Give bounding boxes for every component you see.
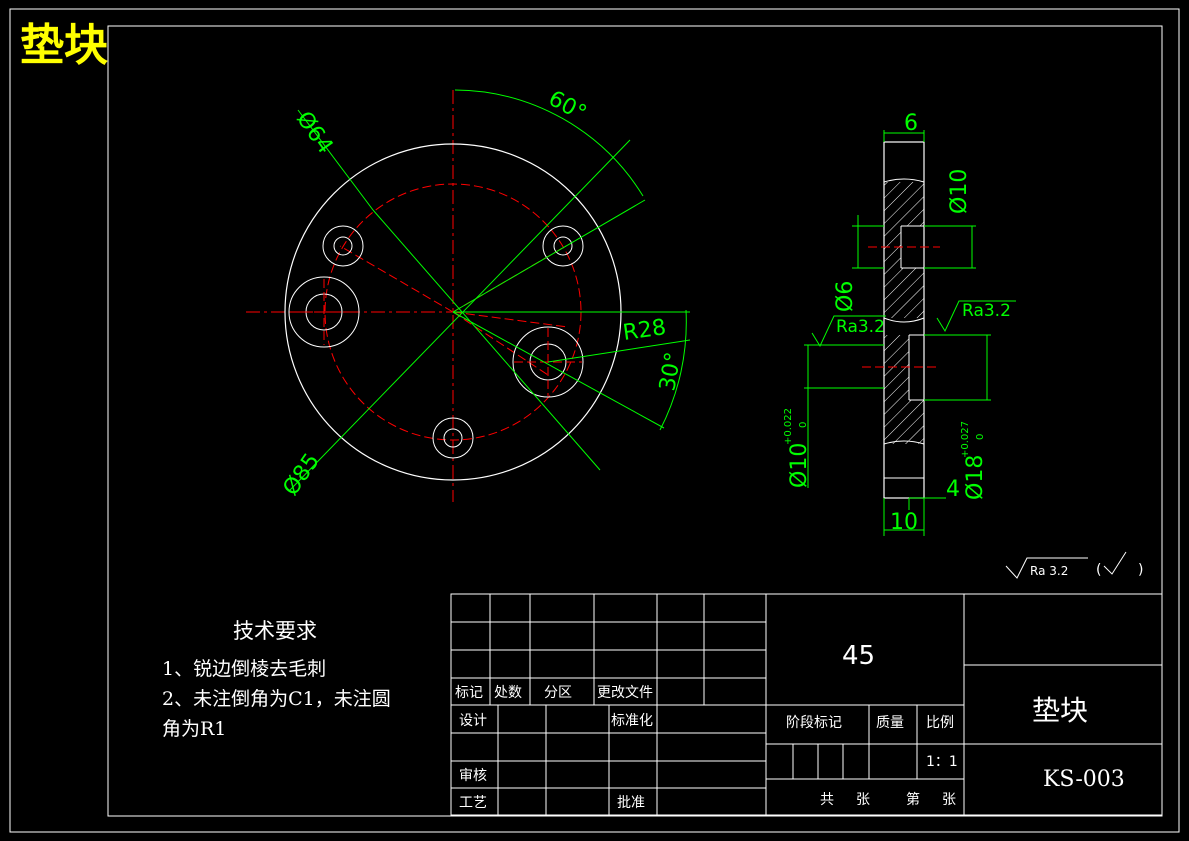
hatch-region <box>884 400 924 444</box>
dim-w6: 6 <box>904 111 918 136</box>
ra-note-paren-close: ) <box>1138 562 1143 578</box>
section-curve <box>883 317 925 323</box>
radial-line <box>339 245 454 313</box>
check-icon <box>1103 551 1127 575</box>
angle-ext-line <box>452 199 646 313</box>
label-design: 设计 <box>459 713 487 729</box>
surface-note: Ra 3.2 ( ) <box>1005 551 1143 579</box>
dim-angle30: 30° <box>655 350 686 393</box>
dim-d18tol-upper: +0.027 <box>960 421 971 458</box>
hatch-region <box>884 182 924 226</box>
d85-line <box>289 139 631 491</box>
label-standardize: 标准化 <box>611 713 653 729</box>
drawing-sheet: 垫块 Ø64 Ø85 60° R28 30° 6 Ø10 Ø6 Ra3.2 Ra… <box>9 8 1180 833</box>
label-approve: 批准 <box>617 795 645 811</box>
tech-line-1: 1、锐边倒棱去毛刺 <box>162 658 326 680</box>
label-sheets-2: 张 <box>942 792 956 808</box>
dim-r28: R28 <box>621 315 667 346</box>
front-view <box>246 90 622 502</box>
dim-d85: Ø85 <box>278 449 324 500</box>
radial-line <box>452 311 549 376</box>
label-count: 处数 <box>494 685 522 701</box>
section-curve <box>883 178 925 183</box>
front-dimensions <box>289 89 691 491</box>
label-review: 审核 <box>459 768 487 784</box>
part-name: 垫块 <box>1032 694 1088 727</box>
material-value: 45 <box>842 641 875 671</box>
dim-d18tol: Ø18 <box>963 455 988 500</box>
label-stage-mark: 阶段标记 <box>786 715 842 731</box>
dim-d10tol-upper: +0.022 <box>783 408 794 445</box>
label-weight: 质量 <box>876 715 904 731</box>
ra-note-value: Ra 3.2 <box>1030 564 1068 578</box>
dim-angle60: 60° <box>544 86 590 126</box>
dim-ra-left: Ra3.2 <box>836 317 885 337</box>
tech-requirements: 技术要求 1、锐边倒棱去毛刺 2、未注倒角为C1，未注圆 角为R1 <box>162 619 391 740</box>
label-total: 共 <box>820 792 834 808</box>
label-mark: 标记 <box>455 685 483 701</box>
dim-d6: Ø6 <box>833 281 858 312</box>
ra-note-paren-open: ( <box>1096 562 1101 578</box>
radial-line <box>452 311 569 328</box>
hatch-region <box>884 268 924 318</box>
dim-d18tol-lower: 0 <box>975 434 986 440</box>
dim-d64: Ø64 <box>291 107 337 158</box>
dim-w4: 4 <box>946 477 960 502</box>
label-zone: 分区 <box>544 685 572 701</box>
dim-ra-right: Ra3.2 <box>962 301 1011 321</box>
tech-heading: 技术要求 <box>233 619 317 643</box>
drawing-number: KS-003 <box>1043 767 1125 792</box>
tech-line-3: 角为R1 <box>162 718 226 740</box>
label-nth: 第 <box>906 791 920 808</box>
scale-value: 1：1 <box>926 754 958 770</box>
dim-d10: Ø10 <box>947 169 972 214</box>
label-change-doc: 更改文件 <box>597 685 653 701</box>
label-sheets-1: 张 <box>856 792 870 808</box>
dim-d10tol: Ø10 <box>787 443 812 488</box>
drawing-title: 垫块 <box>20 20 108 71</box>
dim-d10tol-lower: 0 <box>798 422 809 428</box>
label-scale: 比例 <box>926 715 954 731</box>
dim-w10: 10 <box>890 510 918 535</box>
tech-line-2: 2、未注倒角为C1，未注圆 <box>162 688 391 710</box>
label-process: 工艺 <box>459 795 487 811</box>
